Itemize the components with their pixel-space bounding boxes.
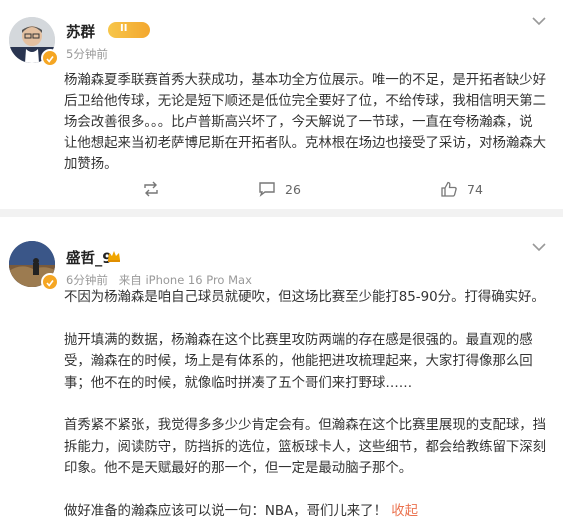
post-time[interactable]: 5分钟前 [66,46,108,62]
post-body-text: 做好准备的瀚森应该可以说一句：NBA，哥们儿来了！ [64,503,387,519]
post-time[interactable]: 6分钟前 [66,273,108,287]
chevron-down-icon[interactable] [531,241,547,253]
author-name[interactable]: 盛哲_9 [66,247,112,268]
verified-badge-icon [41,273,59,291]
post-body-line: 首秀紧不紧张，我觉得多多少少肯定会有。但瀚森在这个比赛里展现的支配球，挡 [64,418,547,433]
post-body-line: 杨瀚森夏季联赛首秀大获成功，基本功全方位展示。唯一的不足，是开拓者缺少好 [64,73,547,88]
post-body-line: 做好准备的瀚森应该可以说一句：NBA，哥们儿来了！ 收起 [64,501,554,523]
post-divider [0,209,563,217]
weibo-post-2: 盛哲_9 6分钟前 来自 iPhone 16 Pro Max 不因为杨瀚森是咱自… [0,217,563,523]
like-button[interactable]: 74 [440,181,483,197]
like-count: 74 [467,181,483,197]
post-body-line: 抛开填满的数据，杨瀚森在这个比赛里攻防两端的存在感是很强的。最直观的感 [64,332,533,348]
post-body-line: 受，瀚森在的时候，场上是有体系的，他能把进攻梳理起来，大家打得像那么回 [64,354,533,369]
post-body-line: 场会改善很多。。。比卢普斯高兴坏了，今天解说了一节球，一直在夸杨瀚森，说 [64,115,533,130]
post-body-line: 印象。他不是天赋最好的那一个，但一定是最动脑子那个。 [64,461,413,476]
post-body: 杨瀚森夏季联赛首秀大获成功，基本功全方位展示。唯一的不足，是开拓者缺少好 后卫给… [64,70,554,175]
crown-icon[interactable] [107,249,121,263]
weibo-post-1: 苏群 II 5分钟前 杨瀚森夏季联赛首秀大获成功，基本功全方位展示。唯一的不足，… [0,0,563,209]
repost-icon [144,181,158,197]
action-bar: 26 74 [0,177,563,205]
collapse-link[interactable]: 收起 [391,504,418,519]
member-level-badge[interactable]: II [108,22,150,38]
level-badge-label: II [120,23,128,34]
verified-badge-icon [41,49,59,67]
comment-count: 26 [285,181,301,197]
comment-button[interactable]: 26 [258,181,301,197]
chevron-down-icon[interactable] [531,15,547,27]
thumbs-up-icon [441,181,457,197]
post-body-line: 不因为杨瀚森是咱自己球员就硬吹，但这场比赛至少能打85-90分。打得确实好。 [64,290,545,305]
post-body-line: 加赞扬。 [64,157,118,172]
post-body-line: 事；他不在的时候，就像临时拼凑了五个哥们来打野球…… [64,375,413,391]
post-body: 不因为杨瀚森是咱自己球员就硬吹，但这场比赛至少能打85-90分。打得确实好。 抛… [64,287,554,522]
comment-icon [259,182,275,197]
post-body-line: 后卫给他传球，无论是短下顺还是低位完全要好了位，不给传球，我相信明天第二 [64,94,547,109]
repost-button[interactable] [142,181,169,197]
post-body-line: 让他想起来当初老萨博尼斯在开拓者队。克林根在场边也接受了采访，对杨瀚森大 [64,136,547,151]
post-body-line: 拆能力，阅读防守，防挡拆的选位，篮板球卡人，这些细节，都会给教练留下深刻 [64,439,547,455]
post-meta: 6分钟前 来自 iPhone 16 Pro Max [66,272,252,288]
post-source: 来自 iPhone 16 Pro Max [118,273,252,287]
author-name[interactable]: 苏群 [66,21,95,42]
